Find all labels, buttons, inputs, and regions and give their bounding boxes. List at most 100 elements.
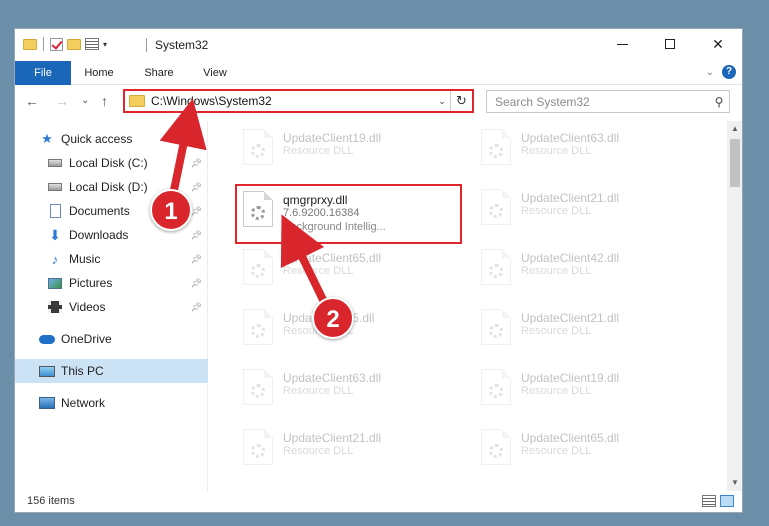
pin-icon: 📌︎ (190, 229, 202, 240)
this-pc-icon (39, 364, 55, 378)
sidebar-item-label: This PC (61, 364, 104, 378)
scrollbar-thumb[interactable] (730, 139, 740, 187)
maximize-button[interactable] (646, 29, 694, 59)
file-item[interactable]: UpdateClient21.dll Resource DLL (473, 305, 697, 349)
window-title: System32 (155, 38, 209, 52)
title-bar: ▾ System32 ✕ (15, 29, 742, 61)
file-item[interactable]: UpdateClient63.dll Resource DLL (235, 365, 459, 409)
file-name: UpdateClient42.dll (521, 251, 620, 265)
folder-icon (23, 38, 37, 50)
address-folder-icon (129, 95, 145, 107)
navigation-pane: ★ Quick access Local Disk (C:) 📌︎ Local … (15, 121, 208, 491)
pin-icon: 📌︎ (190, 277, 202, 288)
up-arrow-icon[interactable]: ↑ (101, 93, 108, 109)
pin-icon: 📌︎ (190, 253, 202, 264)
back-arrow-icon[interactable]: ← (25, 93, 39, 109)
sidebar-item-pictures[interactable]: Pictures 📌︎ (15, 271, 208, 295)
file-item[interactable]: UpdateClient63.dll Resource DLL (473, 125, 697, 169)
disk-icon (47, 156, 63, 170)
sidebar-item-label: Documents (69, 204, 130, 218)
recent-locations-chevron-icon[interactable]: ⌄ (81, 95, 89, 106)
dll-file-icon (243, 129, 273, 165)
file-type: Resource DLL (521, 385, 592, 397)
dll-file-icon (481, 249, 511, 285)
tab-file[interactable]: File (15, 61, 71, 85)
large-icons-view-icon[interactable] (720, 495, 734, 507)
properties-check-icon[interactable] (50, 37, 63, 51)
file-type: Resource DLL (521, 205, 592, 217)
file-item[interactable]: UpdateClient42.dll Resource DLL (473, 245, 697, 289)
dll-file-icon (481, 369, 511, 405)
search-input[interactable]: Search System32 (495, 95, 709, 109)
sidebar-item-label: Downloads (69, 228, 129, 242)
dll-file-icon (243, 309, 273, 345)
scroll-up-icon[interactable]: ▲ (727, 121, 742, 137)
sidebar-item-videos[interactable]: Videos 📌︎ (15, 295, 208, 319)
dll-file-icon (481, 189, 511, 225)
minimize-button[interactable] (598, 29, 646, 59)
tab-home[interactable]: Home (79, 61, 119, 85)
star-icon: ★ (41, 131, 53, 146)
file-name: UpdateClient65.dll (521, 431, 620, 445)
file-name: UpdateClient19.dll (283, 131, 382, 145)
tab-share[interactable]: Share (139, 61, 179, 85)
disk-icon (47, 180, 63, 194)
address-dropdown-icon[interactable]: ⌄ (434, 96, 450, 107)
ribbon-right-controls: ⌄ ? (706, 65, 736, 79)
tab-view[interactable]: View (195, 61, 235, 85)
file-item[interactable]: UpdateClient19.dll Resource DLL (235, 125, 459, 169)
details-view-icon[interactable] (702, 495, 716, 507)
dll-file-icon (481, 429, 511, 465)
file-name: UpdateClient21.dll (521, 191, 620, 205)
sidebar-item-label: Local Disk (C:) (69, 156, 148, 170)
downloads-icon: ⬇ (49, 226, 61, 243)
forward-arrow-icon[interactable]: → (55, 93, 69, 109)
properties-icon[interactable] (85, 38, 99, 50)
sidebar-item-onedrive[interactable]: OneDrive (15, 327, 208, 351)
search-box[interactable]: Search System32 ⚲ (486, 90, 730, 113)
address-path[interactable]: C:\Windows\System32 (151, 94, 434, 108)
file-item[interactable]: UpdateClient21.dll Resource DLL (473, 185, 697, 229)
new-folder-icon[interactable] (67, 38, 81, 50)
scroll-down-icon[interactable]: ▼ (727, 475, 742, 491)
search-icon[interactable]: ⚲ (709, 95, 729, 109)
expand-ribbon-chevron-icon[interactable]: ⌄ (706, 67, 714, 78)
sidebar-item-network[interactable]: Network (15, 391, 208, 415)
item-count: 156 items (27, 495, 75, 507)
dll-file-icon (243, 369, 273, 405)
pictures-icon (47, 276, 63, 290)
documents-icon (47, 204, 63, 218)
dll-file-icon (481, 129, 511, 165)
sidebar-item-label: Local Disk (D:) (69, 180, 148, 194)
maximize-icon (665, 39, 675, 49)
sidebar-item-music[interactable]: ♪ Music 📌︎ (15, 247, 208, 271)
help-icon[interactable]: ? (722, 65, 736, 79)
file-type: Resource DLL (521, 265, 592, 277)
sidebar-item-this-pc[interactable]: This PC (15, 359, 208, 383)
dll-file-icon (481, 309, 511, 345)
sidebar-item-label: Network (61, 396, 106, 410)
toolbar-separator (43, 37, 44, 51)
sidebar-item-label: Music (69, 252, 101, 266)
close-button[interactable]: ✕ (694, 29, 742, 59)
file-item[interactable]: UpdateClient65.dll Resource DLL (473, 425, 697, 469)
file-name: UpdateClient21.dll (521, 311, 620, 325)
file-name: UpdateClient21.dll (283, 431, 382, 445)
file-type: Resource DLL (283, 265, 354, 277)
sidebar-item-quick-access[interactable]: ★ Quick access (15, 127, 208, 151)
quick-access-toolbar: ▾ (23, 37, 107, 51)
address-bar[interactable]: C:\Windows\System32 ⌄ ↻ (123, 89, 474, 113)
sidebar-item-local-disk-c[interactable]: Local Disk (C:) 📌︎ (15, 151, 208, 175)
minimize-icon (616, 43, 628, 45)
window-controls: ✕ (598, 29, 742, 59)
sidebar-item-label: Videos (69, 300, 106, 314)
vertical-scrollbar[interactable]: ▲ ▼ (727, 121, 742, 491)
file-type: Resource DLL (283, 445, 354, 457)
file-item[interactable]: UpdateClient65.dll Resource DLL (235, 245, 459, 289)
file-item[interactable]: UpdateClient19.dll Resource DLL (473, 365, 697, 409)
status-bar: 156 items (15, 491, 742, 512)
file-name: UpdateClient63.dll (283, 371, 382, 385)
customize-toolbar-dropdown-icon[interactable]: ▾ (103, 40, 107, 49)
file-item[interactable]: UpdateClient21.dll Resource DLL (235, 425, 459, 469)
refresh-icon[interactable]: ↻ (450, 91, 472, 111)
